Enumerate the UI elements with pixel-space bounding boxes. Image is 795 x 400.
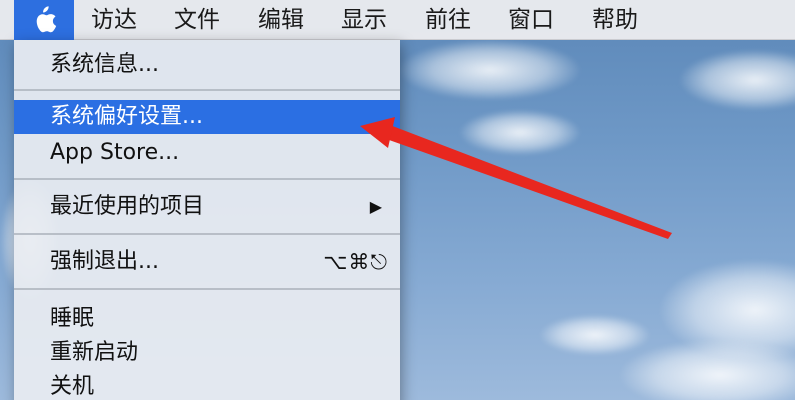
menu-file[interactable]: 文件 [174,0,220,40]
cloud [540,315,650,355]
menu-separator [14,288,400,290]
menu-item-label: 系统偏好设置... [50,104,203,129]
menu-separator [14,89,400,91]
menu-item-label: 睡眠 [50,306,95,331]
menu-item-system-info[interactable]: 系统信息... [14,48,400,82]
menu-view[interactable]: 显示 [341,0,387,40]
keyboard-shortcut: ⌥⌘⎋ [323,250,388,274]
cloud [620,340,795,400]
apple-menu-dropdown: 系统信息... 系统偏好设置... App Store... 最近使用的项目 ▶… [14,40,400,400]
menu-go[interactable]: 前往 [425,0,471,40]
menu-finder[interactable]: 访达 [91,0,137,40]
menu-item-recent-items[interactable]: 最近使用的项目 ▶ [14,190,400,224]
menu-item-label: 最近使用的项目 [50,194,205,219]
cloud [680,50,795,110]
menu-separator [14,178,400,180]
menu-bar: 访达 文件 编辑 显示 前往 窗口 帮助 [0,0,795,40]
apple-menu-button[interactable] [14,0,74,40]
menu-item-force-quit[interactable]: 强制退出... ⌥⌘⎋ [14,245,400,279]
menu-window[interactable]: 窗口 [508,0,554,40]
menu-item-label: 重新启动 [50,340,139,365]
menu-item-label: 系统信息... [50,52,159,77]
menu-help[interactable]: 帮助 [592,0,638,40]
menu-separator [14,233,400,235]
submenu-triangle-icon: ▶ [369,197,382,216]
cloud [460,110,580,155]
apple-logo-icon [36,6,57,33]
menu-item-shut-down[interactable]: 关机 [14,370,400,400]
menu-item-restart[interactable]: 重新启动 [14,336,400,370]
menu-edit[interactable]: 编辑 [258,0,304,40]
menu-item-system-preferences[interactable]: 系统偏好设置... [14,100,400,134]
desktop: 访达 文件 编辑 显示 前往 窗口 帮助 系统信息... 系统偏好设置... A… [0,0,795,400]
cloud [400,40,580,100]
menu-item-label: 关机 [50,374,95,399]
menu-item-label: App Store... [50,140,180,165]
menu-item-app-store[interactable]: App Store... [14,136,400,170]
menu-item-label: 强制退出... [50,249,159,274]
menu-item-sleep[interactable]: 睡眠 [14,302,400,336]
